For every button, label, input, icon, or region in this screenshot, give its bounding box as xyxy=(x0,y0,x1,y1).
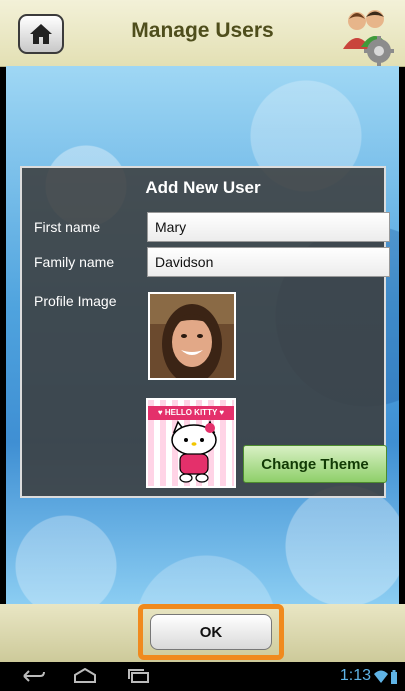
system-navigation-bar: 1:13 xyxy=(0,662,405,691)
home-nav-icon[interactable] xyxy=(72,668,98,684)
first-name-field[interactable]: Mary xyxy=(147,212,390,242)
panel-title: Add New User xyxy=(145,178,261,197)
users-settings-icon[interactable] xyxy=(335,5,397,67)
hello-kitty-icon xyxy=(171,420,217,483)
app-header: Manage Users xyxy=(0,0,405,67)
ok-button[interactable]: OK xyxy=(150,614,272,650)
profile-image-label: Profile Image xyxy=(34,293,117,309)
theme-banner: ♥ HELLO KITTY ♥ xyxy=(148,406,234,420)
theme-image[interactable]: ♥ HELLO KITTY ♥ xyxy=(146,398,236,488)
wifi-icon xyxy=(374,670,397,684)
family-name-field[interactable]: Davidson xyxy=(147,247,390,277)
clock: 1:13 xyxy=(339,667,371,684)
recent-apps-icon[interactable] xyxy=(126,668,152,684)
family-name-label: Family name xyxy=(34,254,115,270)
profile-photo xyxy=(150,294,234,378)
change-theme-button[interactable]: Change Theme xyxy=(243,445,387,483)
first-name-label: First name xyxy=(34,219,101,235)
back-icon[interactable] xyxy=(20,668,46,684)
profile-image[interactable] xyxy=(148,292,236,380)
add-user-panel: Add New User First name Mary Family name… xyxy=(20,166,390,498)
